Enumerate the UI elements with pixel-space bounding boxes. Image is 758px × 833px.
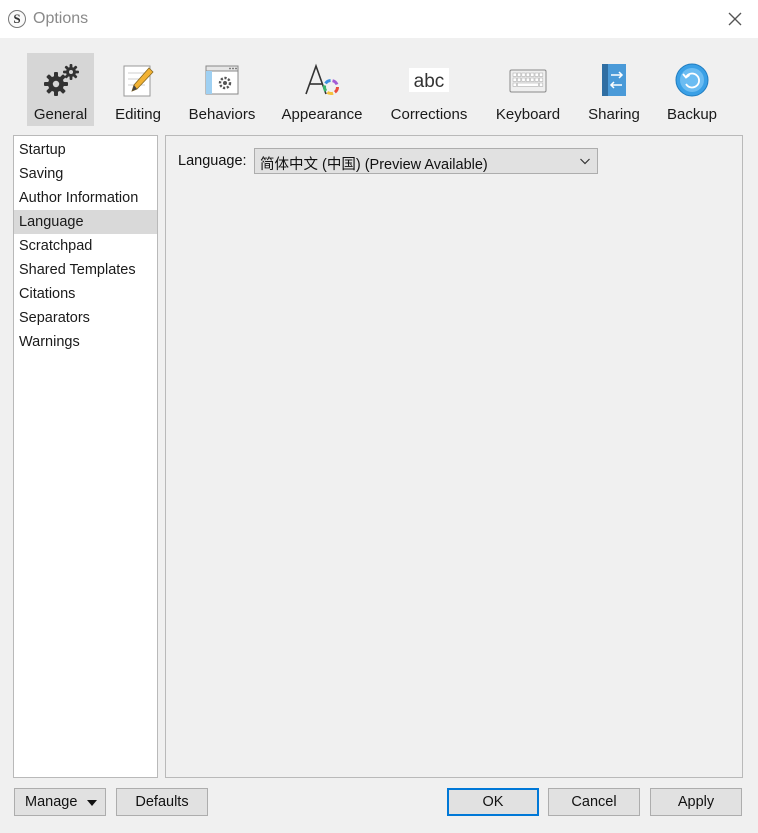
pencil-notepad-icon xyxy=(123,65,154,97)
language-dropdown[interactable]: 简体中文 (中国) (Preview Available) xyxy=(254,148,598,174)
tab-corrections[interactable]: abc Corrections xyxy=(387,53,471,126)
tab-corrections-label: Corrections xyxy=(390,106,468,123)
close-icon xyxy=(728,12,742,26)
tab-keyboard[interactable]: Keyboard xyxy=(492,53,564,126)
tab-sharing-label: Sharing xyxy=(588,106,640,123)
sidebar-item-warnings[interactable]: Warnings xyxy=(14,330,157,354)
tab-editing[interactable]: Editing xyxy=(108,53,168,126)
tab-backup[interactable]: Backup xyxy=(662,53,722,126)
tab-general-label: General xyxy=(33,106,88,123)
ok-button[interactable]: OK xyxy=(447,788,539,816)
sidebar-item-author-information[interactable]: Author Information xyxy=(14,186,157,210)
language-label: Language: xyxy=(178,153,247,169)
sync-arrows-icon xyxy=(602,64,626,96)
apply-button[interactable]: Apply xyxy=(650,788,742,816)
sidebar-item-citations[interactable]: Citations xyxy=(14,282,157,306)
chevron-down-icon xyxy=(580,158,590,165)
manage-button[interactable]: Manage xyxy=(14,788,106,816)
tab-backup-label: Backup xyxy=(666,106,718,123)
defaults-button[interactable]: Defaults xyxy=(116,788,208,816)
sidebar-item-separators[interactable]: Separators xyxy=(14,306,157,330)
tab-keyboard-label: Keyboard xyxy=(495,106,561,123)
sidebar-item-startup[interactable]: Startup xyxy=(14,138,157,162)
tab-sharing[interactable]: Sharing xyxy=(584,53,644,126)
sidebar-list: Startup Saving Author Information Langua… xyxy=(13,135,158,778)
dropdown-arrow-icon xyxy=(87,800,97,806)
options-toolbar: General Editing Behaviors Appearance abc… xyxy=(0,38,758,134)
sidebar-item-shared-templates[interactable]: Shared Templates xyxy=(14,258,157,282)
tab-general[interactable]: General xyxy=(27,53,94,126)
language-selected-value: 简体中文 (中国) (Preview Available) xyxy=(260,157,488,173)
keyboard-icon xyxy=(509,69,547,93)
abc-spelling-icon: abc xyxy=(409,68,449,92)
backup-circle-icon xyxy=(675,63,709,97)
manage-button-label: Manage xyxy=(25,794,78,810)
sidebar-item-language[interactable]: Language xyxy=(14,210,157,234)
tab-editing-label: Editing xyxy=(115,106,161,123)
settings-panel: Language: 简体中文 (中国) (Preview Available) xyxy=(165,135,743,778)
close-button[interactable] xyxy=(722,8,748,30)
sidebar-item-saving[interactable]: Saving xyxy=(14,162,157,186)
abc-text: abc xyxy=(414,71,445,92)
cancel-button[interactable]: Cancel xyxy=(548,788,640,816)
window-title: Options xyxy=(33,10,89,27)
options-window: S Options General Editing Behaviors Appe… xyxy=(0,0,758,833)
font-color-icon xyxy=(305,63,339,95)
scrivener-app-icon: S xyxy=(8,10,26,28)
title-bar: S Options xyxy=(0,0,758,38)
gears-icon xyxy=(43,64,79,96)
sidebar-item-scratchpad[interactable]: Scratchpad xyxy=(14,234,157,258)
tab-appearance[interactable]: Appearance xyxy=(278,53,366,126)
tab-appearance-label: Appearance xyxy=(281,106,363,123)
tab-behaviors-label: Behaviors xyxy=(188,106,256,123)
window-gear-icon xyxy=(205,65,239,95)
tab-behaviors[interactable]: Behaviors xyxy=(186,53,258,126)
